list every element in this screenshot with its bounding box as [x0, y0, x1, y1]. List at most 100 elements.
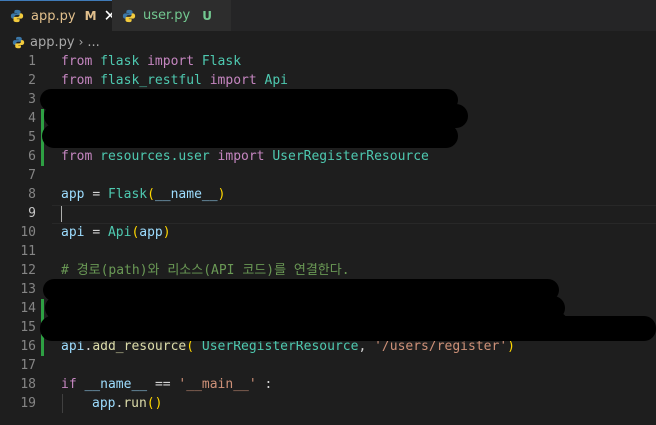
text-cursor	[61, 206, 62, 222]
line-number: 13	[20, 282, 36, 297]
code-text: app = Flask(__name__)	[61, 185, 225, 204]
code-line: 12 # 경로(path)와 리소스(API 코드)를 연결한다.	[0, 261, 656, 280]
variable: app	[139, 225, 163, 240]
modified-badge: M	[84, 9, 97, 23]
chevron-right-icon: ›	[78, 35, 84, 49]
operator: ,	[358, 339, 367, 354]
code-line: 11	[0, 242, 656, 261]
tab-label: app.py	[31, 8, 76, 24]
tab-bar: app.py M ✕ user.py U	[0, 0, 656, 31]
code-text: app.run()	[92, 394, 162, 413]
string-literal: '__main__'	[178, 377, 257, 392]
code-line: 6 from resources.user import UserRegiste…	[0, 147, 656, 166]
keyword: from	[61, 54, 93, 69]
bracket: )	[507, 339, 515, 354]
class-name: UserRegisterResource	[201, 339, 359, 354]
line-number: 18	[20, 377, 36, 392]
code-line: 18 if __name__ == '__main__' :	[0, 375, 656, 394]
module-name: resources.user	[100, 149, 210, 164]
indent-guide	[62, 394, 63, 413]
code-text: from flask_restful import Api	[61, 71, 288, 90]
class-name: Flask	[107, 187, 148, 202]
current-line: 9	[0, 204, 656, 224]
untracked-badge: U	[202, 8, 212, 23]
bracket: )	[162, 225, 171, 240]
line-number: 4	[28, 111, 36, 126]
operator: =	[92, 225, 101, 240]
line-number: 2	[28, 73, 36, 88]
variable: api	[61, 339, 85, 354]
redaction-mark	[42, 124, 458, 148]
class-name: Api	[264, 73, 288, 88]
git-added-marker	[41, 299, 44, 318]
keyword: import	[209, 73, 257, 88]
bracket: (	[147, 187, 155, 202]
keyword: import	[147, 54, 195, 69]
function-name: add_resource	[92, 339, 187, 354]
line-number: 5	[28, 130, 36, 145]
code-line: 17	[0, 356, 656, 375]
variable: __name__	[154, 187, 218, 202]
python-file-icon	[10, 9, 24, 23]
line-number: 16	[20, 339, 36, 354]
line-number: 6	[28, 149, 36, 164]
line-number: 17	[20, 358, 36, 373]
code-line: 19 app.run()	[0, 394, 656, 413]
bracket: ()	[146, 396, 163, 411]
variable: app	[92, 396, 116, 411]
code-text: if __name__ == '__main__' :	[61, 375, 272, 394]
code-text: api = Api(app)	[61, 223, 171, 242]
operator: =	[92, 187, 101, 202]
breadcrumb-file[interactable]: app.py	[30, 35, 75, 50]
line-number: 12	[20, 263, 36, 278]
code-line: 2 from flask_restful import Api	[0, 71, 656, 90]
code-editor[interactable]: 1 from flask import Flask 2 from flask_r…	[0, 52, 656, 425]
class-name: UserRegisterResource	[272, 149, 429, 164]
line-number: 10	[20, 225, 36, 240]
breadcrumb: app.py › ...	[0, 31, 656, 53]
redaction-mark	[40, 316, 656, 341]
class-name: Flask	[201, 54, 242, 69]
line-number: 15	[20, 320, 36, 335]
operator: :	[264, 377, 273, 392]
code-text: from resources.user import UserRegisterR…	[61, 147, 429, 166]
string-literal: '/users/register'	[374, 339, 508, 354]
operator: ==	[154, 377, 171, 392]
code-line: 8 app = Flask(__name__)	[0, 185, 656, 204]
current-line-highlight	[52, 205, 656, 224]
python-file-icon	[12, 36, 25, 48]
bracket: )	[217, 187, 226, 202]
line-number: 7	[28, 168, 36, 183]
keyword: from	[61, 73, 93, 88]
variable: api	[61, 225, 85, 240]
line-number: 19	[20, 396, 36, 411]
variable: __name__	[84, 377, 148, 392]
keyword: import	[217, 149, 265, 164]
git-added-marker	[41, 147, 44, 166]
code-line: 10 api = Api(app)	[0, 223, 656, 242]
line-number: 14	[20, 301, 36, 316]
function-name: run	[123, 396, 147, 411]
variable: app	[61, 187, 85, 202]
code-text: from flask import Flask	[61, 52, 241, 71]
python-file-icon	[122, 9, 136, 22]
code-comment: # 경로(path)와 리소스(API 코드)를 연결한다.	[61, 263, 350, 278]
line-number: 9	[28, 206, 36, 221]
code-line: 7	[0, 166, 656, 185]
class-name: Api	[107, 225, 132, 240]
line-number: 8	[28, 187, 36, 202]
module-name: flask_restful	[100, 73, 202, 88]
git-added-marker	[41, 337, 44, 356]
keyword: if	[61, 377, 77, 392]
code-line: 1 from flask import Flask	[0, 52, 656, 71]
breadcrumb-symbols[interactable]: ...	[87, 35, 99, 50]
line-number: 3	[28, 92, 36, 107]
line-number: 1	[28, 54, 36, 69]
line-number: 11	[20, 244, 36, 259]
keyword: from	[61, 149, 93, 164]
bracket: (	[186, 339, 195, 354]
tab-label: user.py	[143, 8, 191, 23]
tab-user-py[interactable]: user.py U	[112, 0, 232, 31]
module-name: flask	[100, 54, 140, 69]
tab-app-py[interactable]: app.py M ✕	[0, 0, 117, 31]
